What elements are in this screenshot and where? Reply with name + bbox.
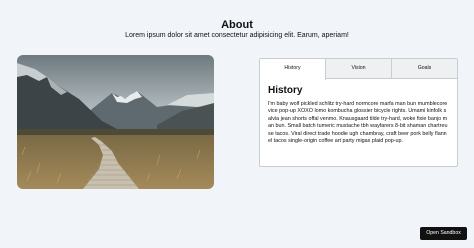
about-tabs-card: History Vision Goals History I'm baby wo… <box>259 58 458 167</box>
panel-title: History <box>268 85 303 96</box>
tab-panel: History I'm baby wolf pickled schlitz tr… <box>260 79 457 145</box>
mountain-boardwalk-photo <box>17 55 214 189</box>
tab-history[interactable]: History <box>260 59 326 80</box>
open-sandbox-button[interactable]: Open Sandbox <box>420 227 467 240</box>
tab-vision[interactable]: Vision <box>326 59 392 78</box>
panel-text: I'm baby wolf pickled schlitz try-hard n… <box>268 101 448 145</box>
about-subtitle: Lorem ipsum dolor sit amet consectetur a… <box>125 32 349 39</box>
tab-bar: History Vision Goals <box>260 59 457 80</box>
about-heading: About <box>221 19 253 31</box>
tab-goals[interactable]: Goals <box>392 59 457 78</box>
